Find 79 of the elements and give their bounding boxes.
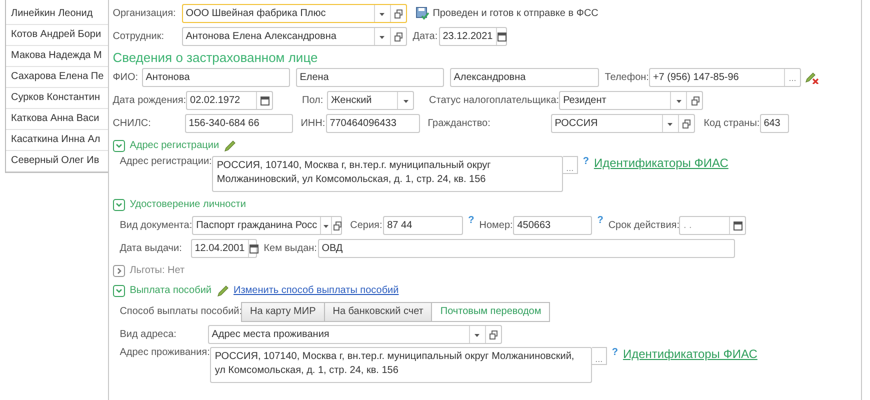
field-label: Серия: [350, 220, 384, 231]
toggle-icon[interactable] [112, 264, 125, 276]
toggle-icon[interactable] [112, 140, 125, 152]
employee-field[interactable]: Антонова Елена Александровна [182, 27, 407, 46]
field-label: Дата: [412, 31, 439, 42]
open-icon[interactable] [393, 8, 404, 18]
list-item[interactable]: Макова Надежда М [6, 46, 108, 67]
field-label: Код страны: [704, 118, 760, 129]
payment-method-option[interactable]: На карту МИР [241, 302, 325, 322]
field-label: ФИО: [112, 72, 140, 83]
issued-by-field[interactable]: ОВД [318, 239, 735, 258]
calendar-icon[interactable] [248, 244, 259, 254]
edit-clear-icon[interactable] [804, 71, 819, 84]
field-label: Вид адреса: [120, 329, 178, 340]
snils-field[interactable]: 156-340-684 66 [184, 114, 293, 133]
open-icon[interactable] [681, 118, 692, 128]
field-label: Сотрудник: [112, 31, 166, 42]
change-method-link[interactable]: Изменить способ выплаты пособий [234, 285, 399, 296]
tax-status-field[interactable]: Резидент [559, 91, 704, 110]
middle-name-field[interactable]: Александровна [450, 68, 599, 87]
field-label: Кем выдан: [264, 243, 318, 254]
list-item[interactable]: Северный Олег Ив [6, 151, 108, 172]
gender-field[interactable]: Женский [327, 91, 414, 110]
field-label: Дата рождения: [112, 95, 186, 106]
issue-date-field[interactable]: 12.04.2001 [190, 239, 257, 258]
open-icon[interactable] [488, 330, 498, 340]
list-item[interactable]: Каткова Анна Васи [6, 109, 108, 130]
document-type-field[interactable]: Паспорт гражданина Росс [192, 216, 342, 235]
inn-field[interactable]: 770464096433 [326, 114, 420, 133]
field-label: Дата выдачи: [120, 243, 183, 254]
toggle-icon[interactable] [112, 284, 125, 296]
address-field[interactable]: РОССИЯ, 107140, Москва г, вн.тер.г. муниципальный округ Молжаниновский, ул Комсомольская, д. 1, стр. 24, кв. 156 [210, 347, 592, 383]
field-label: Вид документа: [120, 220, 192, 231]
series-field[interactable]: 87 44 [383, 216, 464, 235]
field-label: Адрес проживания: [120, 347, 210, 358]
field-label: СНИЛС: [112, 118, 152, 129]
calendar-icon[interactable] [496, 32, 507, 42]
field-label: Организация: [112, 8, 177, 19]
field-label: Гражданство: [428, 118, 492, 129]
field-label: Телефон: [604, 72, 649, 83]
more-button[interactable]: ... [562, 156, 578, 174]
citizenship-field[interactable]: РОССИЯ [550, 114, 695, 133]
field-label: Способ выплаты пособий: [120, 306, 242, 317]
birth-date-field[interactable]: 02.02.1972 [186, 91, 274, 110]
pencil-icon[interactable] [216, 284, 228, 296]
phone-field[interactable]: +7 (956) 147-85-96 ... [648, 68, 801, 87]
list-item[interactable]: Сахарова Елена Пе [6, 67, 108, 88]
open-icon[interactable] [332, 220, 342, 230]
more-button[interactable]: ... [784, 69, 800, 86]
field-label: Статус налогоплательщика: [429, 95, 560, 106]
status-text: Проведен и готов к отправке в ФСС [432, 8, 598, 19]
list-item[interactable]: Сурков Константин [6, 88, 108, 109]
address-field[interactable]: РОССИЯ, 107140, Москва г, вн.тер.г. муниципальный округ Молжаниновский, ул Комсомольская, д. 1, стр. 24, кв. 156 [212, 156, 563, 192]
list-item[interactable]: Касаткина Инна Ал [6, 130, 108, 151]
number-field[interactable]: 450663 [513, 216, 592, 235]
calendar-icon[interactable] [732, 220, 743, 230]
toggle-icon[interactable] [112, 198, 125, 210]
save-check-icon [416, 7, 429, 20]
list-item[interactable]: Линейкин Леонид [6, 4, 108, 25]
date-field[interactable]: 23.12.2021 [438, 27, 507, 46]
field-label: Адрес регистрации: [120, 156, 212, 167]
pencil-icon[interactable] [224, 140, 236, 152]
field-label: Срок действия: [608, 220, 680, 231]
field-label: ИНН: [300, 118, 326, 129]
group-title[interactable]: Льготы: Нет [130, 265, 185, 276]
first-name-field[interactable]: Елена [296, 68, 444, 87]
field-label: Пол: [302, 95, 324, 106]
address-kind-field[interactable]: Адрес места проживания [208, 325, 502, 344]
last-name-field[interactable]: Антонова [142, 68, 290, 87]
open-icon[interactable] [393, 32, 404, 42]
list-item[interactable]: Котов Андрей Бори [6, 25, 108, 46]
section-title: Сведения о застрахованном лице [112, 49, 319, 67]
more-button[interactable]: ... [592, 347, 607, 365]
field-label: Номер: [479, 220, 514, 231]
organization-field[interactable]: ООО Швейная фабрика Плюс [182, 4, 407, 23]
open-icon[interactable] [690, 96, 700, 106]
country-code-field[interactable]: 643 [760, 114, 789, 133]
payment-method-option[interactable]: На банковский счет [324, 302, 432, 322]
calendar-icon[interactable] [260, 96, 270, 106]
